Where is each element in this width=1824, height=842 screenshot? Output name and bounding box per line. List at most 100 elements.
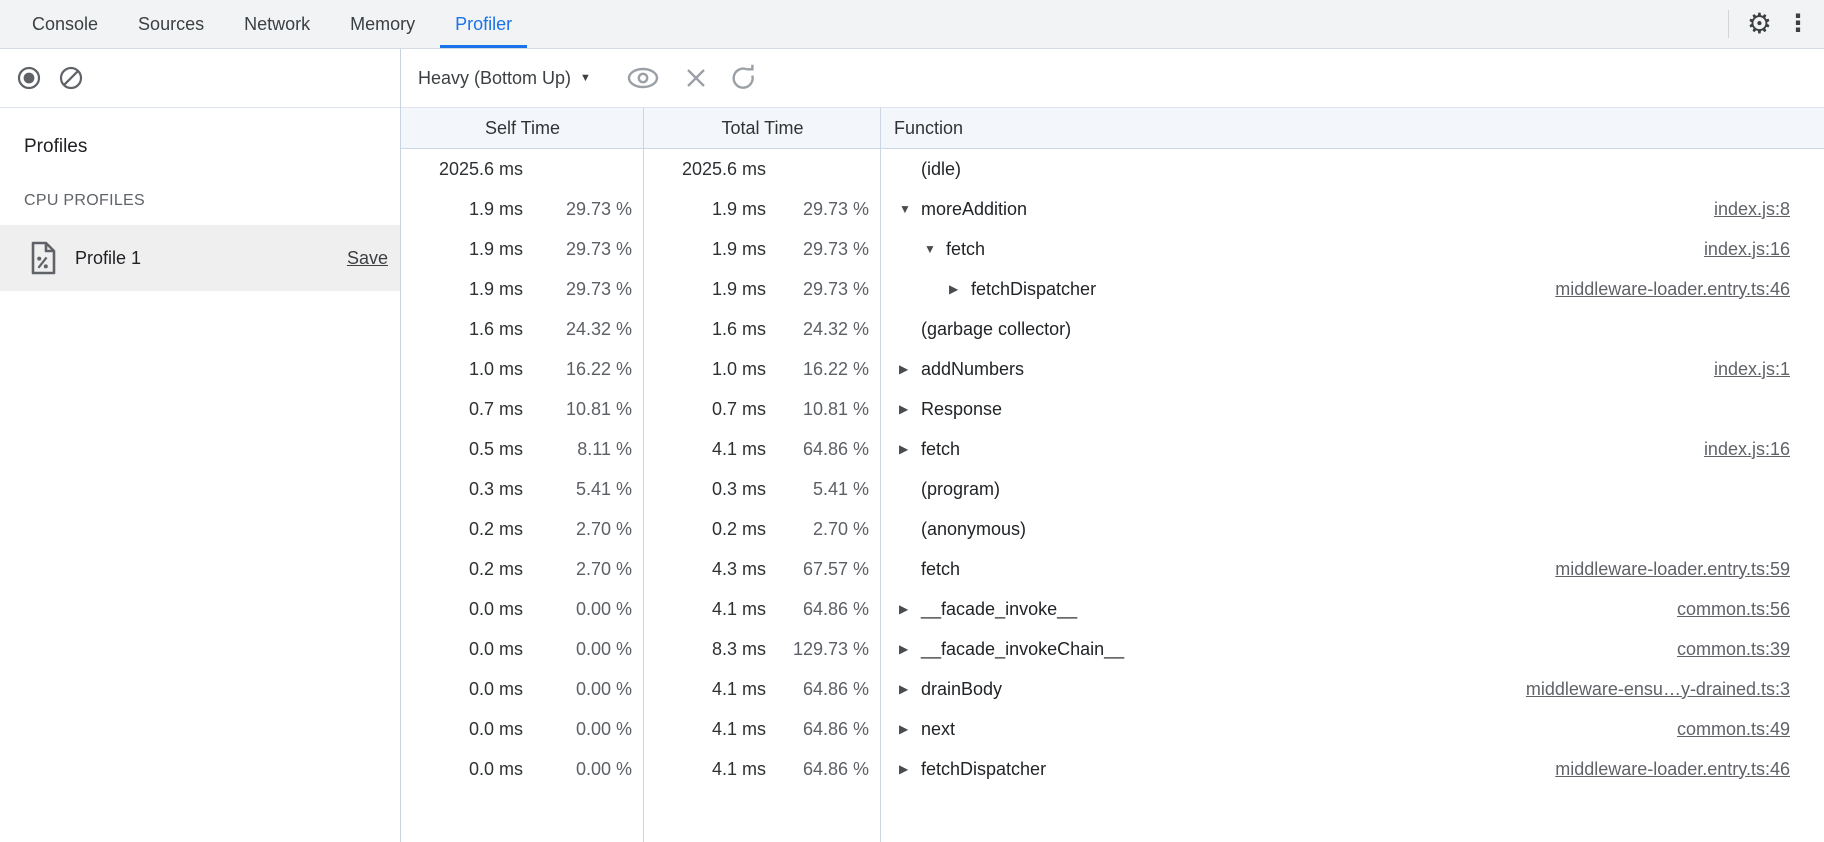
expander-icon-collapsed[interactable]: ▶ [899,603,921,615]
self-time-cell: 1.9 ms29.73 % [401,239,644,260]
column-header-total-time[interactable]: Total Time [644,118,881,139]
table-row[interactable]: 1.9 ms29.73 %1.9 ms29.73 %▼fetchindex.js… [401,229,1824,269]
tab-console[interactable]: Console [17,0,113,48]
table-row[interactable]: 0.0 ms0.00 %4.1 ms64.86 % ▶next common.ts:… [401,709,1824,749]
total-time-ms: 4.1 ms [644,719,766,740]
self-time-percent: 8.11 % [523,439,644,460]
table-row[interactable]: 0.5 ms8.11 %4.1 ms64.86 %▶fetchindex.js:… [401,429,1824,469]
table-row[interactable]: 0.0 ms0.00 %4.1 ms64.86 %▶__facade_invok… [401,589,1824,629]
total-time-ms: 1.6 ms [644,319,766,340]
expander-icon-collapsed[interactable]: ▶ [899,443,921,455]
record-icon [16,65,42,91]
settings-gear-icon[interactable]: ⚙ [1747,10,1772,38]
total-time-ms: 4.1 ms [644,679,766,700]
total-time-ms: 0.7 ms [644,399,766,420]
tab-sources[interactable]: Sources [123,0,219,48]
restore-all-functions-button[interactable] [729,64,757,92]
total-time-ms: 4.1 ms [644,599,766,620]
self-time-cell: 0.0 ms0.00 % [401,679,644,700]
chevron-down-icon: ▼ [580,72,591,84]
source-location-link[interactable]: middleware-loader.entry.ts:46 [1535,759,1790,780]
view-mode-label: Heavy (Bottom Up) [418,68,571,89]
table-row[interactable]: 0.2 ms2.70 %0.2 ms2.70 %(anonymous) [401,509,1824,549]
expander-icon-collapsed[interactable]: ▶ [899,363,921,375]
total-time-cell: 0.3 ms5.41 % [644,479,881,500]
overflow-menu-icon[interactable]: ⋮ [1786,12,1810,36]
table-row[interactable]: 1.9 ms29.73 %1.9 ms29.73 %▶fetchDispatch… [401,269,1824,309]
cpu-profiles-section-label: CPU PROFILES [24,192,400,210]
table-row[interactable]: 0.2 ms2.70 %4.3 ms67.57 %fetchmiddleware… [401,549,1824,589]
total-time-ms: 1.0 ms [644,359,766,380]
source-location-link[interactable]: common.ts:39 [1657,639,1790,660]
table-row[interactable]: 2025.6 ms2025.6 ms(idle) [401,149,1824,189]
table-row[interactable]: 1.6 ms24.32 %1.6 ms24.32 %(garbage colle… [401,309,1824,349]
profile-data-grid: Self Time Total Time Function 2025.6 ms2… [401,108,1824,842]
tab-profiler[interactable]: Profiler [440,0,527,48]
self-time-ms: 1.9 ms [401,279,523,300]
self-time-cell: 0.7 ms10.81 % [401,399,644,420]
self-time-percent: 2.70 % [523,519,644,540]
source-location-link[interactable]: common.ts:49 [1657,719,1790,740]
source-location-link[interactable]: index.js:1 [1694,359,1790,380]
source-location-link[interactable]: middleware-loader.entry.ts:59 [1535,559,1790,580]
self-time-ms: 1.6 ms [401,319,523,340]
expander-icon-expanded[interactable]: ▼ [924,243,946,255]
expander-icon-collapsed[interactable]: ▶ [899,643,921,655]
source-location-link[interactable]: middleware-ensu…y-drained.ts:3 [1506,679,1790,700]
source-location-link[interactable]: index.js:8 [1694,199,1790,220]
self-time-ms: 2025.6 ms [401,159,523,180]
self-time-percent: 29.73 % [523,239,644,260]
column-header-self-time[interactable]: Self Time [401,118,644,139]
exclude-selected-function-button[interactable] [685,67,707,89]
self-time-percent: 0.00 % [523,719,644,740]
self-time-cell: 0.0 ms0.00 % [401,599,644,620]
table-row[interactable]: 1.0 ms16.22 %1.0 ms16.22 %▶addNumbersind… [401,349,1824,389]
table-row[interactable]: 0.7 ms10.81 %0.7 ms10.81 % ▶Response [401,389,1824,429]
total-time-percent: 129.73 % [766,639,881,660]
function-name: next [921,719,955,740]
self-time-cell: 0.0 ms0.00 % [401,759,644,780]
record-profile-button[interactable] [16,65,42,91]
function-name: Response [921,399,1002,420]
source-location-link[interactable]: middleware-loader.entry.ts:46 [1535,279,1790,300]
focus-selected-function-button[interactable] [625,65,661,91]
save-profile-link[interactable]: Save [347,248,388,269]
table-row[interactable]: 0.0 ms0.00 %4.1 ms64.86 %▶fetchDispatche… [401,749,1824,789]
column-header-function[interactable]: Function [881,118,1824,139]
table-row[interactable]: 1.9 ms29.73 %1.9 ms29.73 %▼moreAdditioni… [401,189,1824,229]
self-time-percent: 24.32 % [523,319,644,340]
tab-memory[interactable]: Memory [335,0,430,48]
self-time-cell: 1.9 ms29.73 % [401,199,644,220]
self-time-ms: 0.0 ms [401,639,523,660]
clear-icon [58,65,84,91]
expander-icon-collapsed[interactable]: ▶ [899,683,921,695]
self-time-ms: 0.2 ms [401,519,523,540]
function-name: moreAddition [921,199,1027,220]
source-location-link[interactable]: common.ts:56 [1657,599,1790,620]
self-time-percent: 2.70 % [523,559,644,580]
expander-icon-collapsed[interactable]: ▶ [899,723,921,735]
total-time-percent: 29.73 % [766,239,881,260]
expander-icon-collapsed[interactable]: ▶ [899,403,921,415]
total-time-ms: 1.9 ms [644,239,766,260]
expander-icon-collapsed[interactable]: ▶ [949,283,971,295]
sidebar-item-profile-1[interactable]: Profile 1 Save [0,225,400,291]
tab-network[interactable]: Network [229,0,325,48]
tab-strip: ConsoleSourcesNetworkMemoryProfiler [12,0,532,48]
total-time-cell: 4.1 ms64.86 % [644,719,881,740]
clear-profiles-button[interactable] [58,65,84,91]
total-time-percent: 24.32 % [766,319,881,340]
table-row[interactable]: 0.0 ms0.00 %4.1 ms64.86 %▶drainBodymiddl… [401,669,1824,709]
expander-icon-expanded[interactable]: ▼ [899,203,921,215]
source-location-link[interactable]: index.js:16 [1684,239,1790,260]
total-time-cell: 0.7 ms10.81 % [644,399,881,420]
expander-icon-collapsed[interactable]: ▶ [899,763,921,775]
self-time-cell: 0.0 ms0.00 % [401,719,644,740]
function-cell: fetchmiddleware-loader.entry.ts:59 [881,559,1824,580]
source-location-link[interactable]: index.js:16 [1684,439,1790,460]
table-row[interactable]: 0.3 ms5.41 %0.3 ms5.41 %(program) [401,469,1824,509]
table-row[interactable]: 0.0 ms0.00 %8.3 ms129.73 %▶__facade_invo… [401,629,1824,669]
self-time-cell: 1.6 ms24.32 % [401,319,644,340]
function-name: (garbage collector) [921,319,1071,340]
view-mode-dropdown[interactable]: Heavy (Bottom Up) ▼ [418,68,591,89]
